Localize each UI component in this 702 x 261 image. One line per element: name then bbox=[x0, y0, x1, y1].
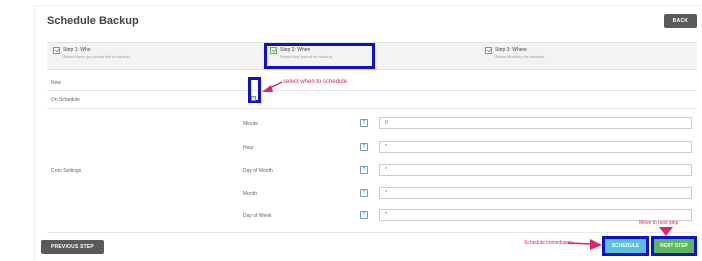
annotation-arrows bbox=[262, 81, 673, 250]
arrow-to-schedule bbox=[567, 239, 602, 250]
arrow-to-checkbox bbox=[262, 81, 283, 92]
arrow-to-next bbox=[659, 227, 673, 236]
